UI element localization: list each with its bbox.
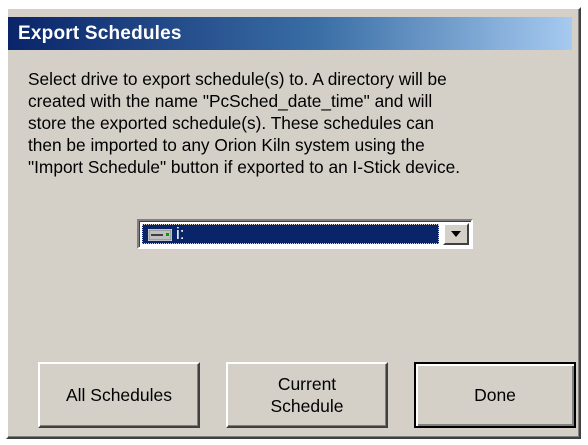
dropdown-arrow-button[interactable] (443, 223, 469, 245)
drive-select[interactable]: i: (137, 219, 473, 249)
removable-drive-icon (148, 227, 172, 241)
drive-select-label: i: (176, 224, 185, 243)
current-schedule-button[interactable]: Current Schedule (226, 362, 388, 428)
dialog-titlebar: Export Schedules (8, 17, 572, 50)
done-button[interactable]: Done (414, 362, 576, 428)
all-schedules-button[interactable]: All Schedules (38, 362, 200, 428)
dialog-title: Export Schedules (18, 22, 182, 44)
chevron-down-icon (451, 231, 461, 237)
drive-select-value[interactable]: i: (142, 224, 439, 244)
dialog-message: Select drive to export schedule(s) to. A… (28, 69, 461, 177)
